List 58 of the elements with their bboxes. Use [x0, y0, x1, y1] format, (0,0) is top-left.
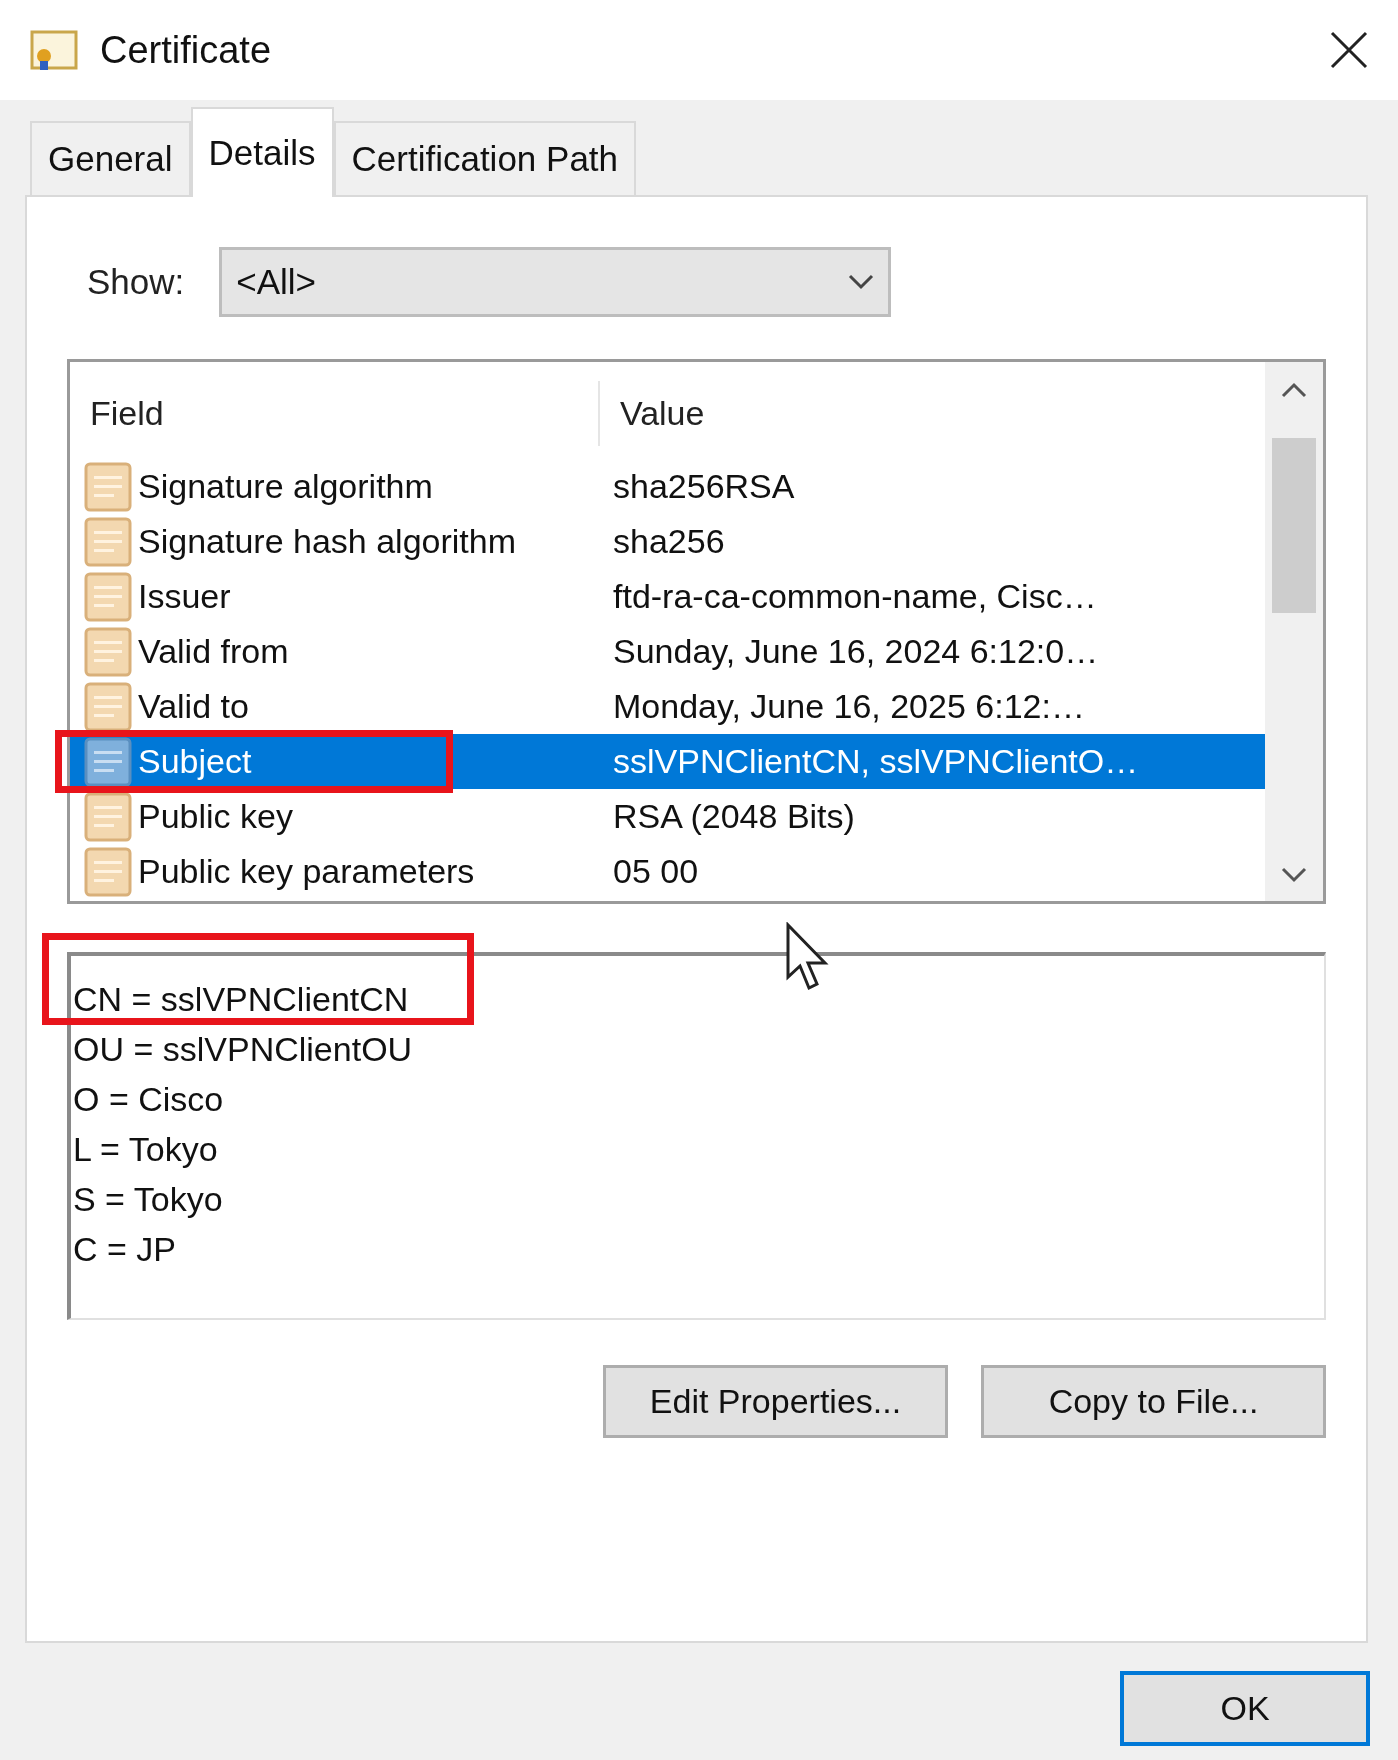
detail-line: C = JP — [73, 1229, 176, 1270]
detail-line: S = Tokyo — [73, 1179, 223, 1220]
detail-text-box[interactable]: CN = sslVPNClientCN OU = sslVPNClientOU O = Cisco L = Tokyo S = Tokyo C = JP — [67, 952, 1326, 1320]
column-header[interactable]: Value — [600, 381, 705, 446]
certificate-icon — [30, 28, 78, 72]
tab[interactable]: Certification Path — [333, 121, 637, 195]
chevron-down-icon — [848, 274, 875, 290]
detail-line: L = Tokyo — [73, 1129, 218, 1170]
scrollbar[interactable] — [1265, 362, 1323, 901]
list-row[interactable]: Signature algorithm sha256RSA — [70, 459, 1265, 514]
scroll-down-icon[interactable] — [1281, 867, 1307, 883]
field-value: sha256 — [612, 522, 725, 561]
field-value: sha256RSA — [612, 467, 795, 506]
field-name: Subject — [138, 742, 252, 781]
field-value: 05 00 — [612, 852, 699, 891]
field-icon — [84, 461, 132, 512]
field-icon — [84, 791, 132, 842]
list-row[interactable]: Subject sslVPNClientCN, sslVPNClientO… — [70, 734, 1265, 789]
field-value: Sunday, June 16, 2024 6:12:0… — [612, 632, 1099, 671]
field-icon — [84, 571, 132, 622]
show-label: Show: — [87, 262, 185, 302]
list-row[interactable]: Signature hash algorithm sha256 — [70, 514, 1265, 569]
list-row[interactable]: Public key parameters 05 00 — [70, 844, 1265, 899]
field-value: ftd-ra-ca-common-name, Cisc… — [612, 577, 1097, 616]
show-dropdown[interactable]: <All> — [219, 247, 892, 317]
list-row[interactable]: Valid to Monday, June 16, 2025 6:12:… — [70, 679, 1265, 734]
dialog-button[interactable]: Edit Properties... — [603, 1365, 948, 1438]
field-icon — [84, 516, 132, 567]
mouse-cursor-icon — [785, 922, 829, 992]
field-value: RSA (2048 Bits) — [612, 797, 855, 836]
field-name: Issuer — [138, 577, 231, 616]
detail-line: OU = sslVPNClientOU — [73, 1029, 413, 1070]
field-value: Monday, June 16, 2025 6:12:… — [612, 687, 1085, 726]
field-name: Public key parameters — [138, 852, 475, 891]
list-row[interactable]: Public key RSA (2048 Bits) — [70, 789, 1265, 844]
field-name: Public key — [138, 797, 293, 836]
field-value: sslVPNClientCN, sslVPNClientO… — [612, 742, 1139, 781]
list-row[interactable]: Issuer ftd-ra-ca-common-name, Cisc… — [70, 569, 1265, 624]
detail-line: O = Cisco — [73, 1079, 224, 1120]
dialog-button[interactable]: Copy to File... — [981, 1365, 1326, 1438]
field-icon — [84, 846, 132, 897]
tab[interactable]: Details — [190, 107, 334, 197]
field-icon — [84, 626, 132, 677]
tab[interactable]: General — [30, 121, 191, 195]
field-name: Signature hash algorithm — [138, 522, 516, 561]
window-title: Certificate — [100, 28, 273, 72]
field-name: Signature algorithm — [138, 467, 433, 506]
ok-button[interactable]: OK — [1120, 1671, 1370, 1746]
list-row[interactable]: Valid from Sunday, June 16, 2024 6:12:0… — [70, 624, 1265, 679]
field-icon — [84, 736, 132, 787]
scroll-thumb[interactable] — [1272, 438, 1316, 613]
scroll-up-icon[interactable] — [1281, 382, 1307, 398]
column-header[interactable]: Field — [70, 381, 600, 446]
field-name: Valid from — [138, 632, 289, 671]
field-icon — [84, 681, 132, 732]
detail-line: CN = sslVPNClientCN — [73, 979, 409, 1020]
close-icon[interactable] — [1330, 31, 1368, 69]
field-name: Valid to — [138, 687, 249, 726]
